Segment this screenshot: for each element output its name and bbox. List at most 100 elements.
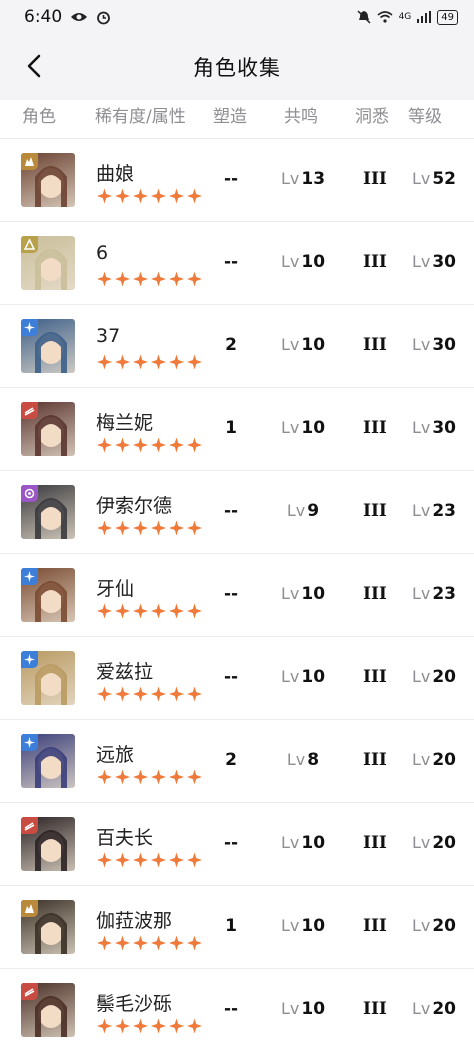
column-headers: 角色 稀有度/属性 塑造 共鸣 洞悉 等级 — [0, 100, 474, 140]
star-icon — [21, 319, 38, 336]
lv-prefix: Lv — [280, 335, 300, 354]
star-icon — [132, 437, 149, 453]
star-icon — [132, 852, 149, 868]
avatar[interactable] — [21, 485, 75, 539]
table-row[interactable]: 牙仙 -- Lv 10 III Lv 23 — [0, 553, 474, 636]
star-icon — [186, 271, 203, 287]
resonance-number: 10 — [301, 667, 326, 687]
star-icon — [150, 935, 167, 951]
star-icon — [96, 354, 113, 370]
avatar[interactable] — [21, 153, 75, 207]
level-value: Lv 20 — [408, 999, 456, 1019]
star-icon — [132, 935, 149, 951]
wifi-icon — [377, 11, 393, 23]
table-row[interactable]: 远旅 2 Lv 8 III Lv 20 — [0, 719, 474, 802]
refine-value: 1 — [225, 916, 237, 936]
resonance-number: 8 — [307, 750, 320, 770]
avatar[interactable] — [21, 402, 75, 456]
table-row[interactable]: 梅兰妮 1 Lv 10 III Lv 30 — [0, 387, 474, 470]
star-icon — [168, 603, 185, 619]
table-row[interactable]: 6 -- Lv 10 III Lv 30 — [0, 221, 474, 304]
signal-icon — [417, 11, 432, 23]
lv-prefix: Lv — [411, 501, 431, 520]
header-refine[interactable]: 塑造 — [213, 102, 247, 127]
lv-prefix: Lv — [411, 833, 431, 852]
star-icon — [114, 852, 131, 868]
resonance-value: Lv 10 — [280, 833, 326, 853]
avatar[interactable] — [21, 568, 75, 622]
familiarity-value: III — [363, 916, 387, 936]
mute-icon — [357, 10, 371, 24]
table-row[interactable]: 百夫长 -- Lv 10 III Lv 20 — [0, 802, 474, 885]
familiarity-value: III — [363, 169, 387, 189]
star-icon — [186, 354, 203, 370]
star-icon — [132, 769, 149, 785]
header-rarity[interactable]: 稀有度/属性 — [95, 102, 186, 127]
star-icon — [150, 769, 167, 785]
star-icon — [150, 603, 167, 619]
avatar[interactable] — [21, 900, 75, 954]
star-icon — [186, 935, 203, 951]
resonance-number: 9 — [307, 501, 320, 521]
avatar[interactable] — [21, 651, 75, 705]
alarm-icon — [96, 10, 111, 25]
refine-value: -- — [223, 833, 239, 853]
rarity-stars — [96, 686, 203, 702]
lv-prefix: Lv — [280, 169, 300, 188]
character-name: 37 — [96, 325, 121, 347]
avatar[interactable] — [21, 817, 75, 871]
star-icon — [114, 354, 131, 370]
table-row[interactable]: 37 2 Lv 10 III Lv 30 — [0, 304, 474, 387]
character-name: 牙仙 — [96, 578, 135, 600]
lv-prefix: Lv — [411, 335, 431, 354]
resonance-value: Lv 10 — [280, 667, 326, 687]
avatar[interactable] — [21, 734, 75, 788]
lv-prefix: Lv — [411, 750, 431, 769]
level-value: Lv 20 — [408, 667, 456, 687]
table-row[interactable]: 爱兹拉 -- Lv 10 III Lv 20 — [0, 636, 474, 719]
star-icon — [150, 1018, 167, 1034]
star-icon — [186, 769, 203, 785]
avatar[interactable] — [21, 236, 75, 290]
avatar[interactable] — [21, 983, 75, 1037]
lv-prefix: Lv — [280, 667, 300, 686]
table-row[interactable]: 伽菈波那 1 Lv 10 III Lv 20 — [0, 885, 474, 968]
rarity-stars — [96, 354, 203, 370]
star-icon — [96, 437, 113, 453]
level-number: 20 — [432, 750, 456, 770]
level-value: Lv 52 — [408, 169, 456, 189]
star-icon — [168, 271, 185, 287]
character-name: 伊索尔德 — [96, 495, 173, 517]
header-resonance[interactable]: 共鸣 — [284, 102, 318, 127]
mineral-icon — [21, 153, 38, 170]
familiarity-value: III — [363, 584, 387, 604]
header-role[interactable]: 角色 — [22, 102, 56, 127]
chevron-left-icon — [27, 54, 41, 78]
resonance-number: 10 — [301, 999, 326, 1019]
character-list: 曲娘 -- Lv 13 III Lv 52 6 -- Lv 10 III Lv 30 37 2 Lv 10 III L… — [0, 138, 474, 1051]
avatar[interactable] — [21, 319, 75, 373]
table-row[interactable]: 伊索尔德 -- Lv 9 III Lv 23 — [0, 470, 474, 553]
star-icon — [114, 437, 131, 453]
header-level[interactable]: 等级 — [408, 102, 442, 127]
battery-icon: 49 — [437, 9, 458, 25]
familiarity-value: III — [363, 999, 387, 1019]
star-icon — [132, 520, 149, 536]
star-icon — [96, 1018, 113, 1034]
table-row[interactable]: 曲娘 -- Lv 13 III Lv 52 — [0, 138, 474, 221]
star-icon — [186, 686, 203, 702]
level-number: 20 — [432, 833, 456, 853]
star-icon — [96, 603, 113, 619]
rarity-stars — [96, 603, 203, 619]
table-row[interactable]: 鬃毛沙砾 -- Lv 10 III Lv 20 — [0, 968, 474, 1051]
rarity-stars — [96, 520, 203, 536]
star-icon — [150, 188, 167, 204]
star-icon — [168, 188, 185, 204]
star-icon — [132, 686, 149, 702]
star-icon — [96, 686, 113, 702]
familiarity-value: III — [363, 335, 387, 355]
familiarity-value: III — [363, 750, 387, 770]
back-button[interactable] — [14, 46, 54, 86]
header-familiarity[interactable]: 洞悉 — [355, 102, 389, 127]
lv-prefix: Lv — [280, 418, 300, 437]
